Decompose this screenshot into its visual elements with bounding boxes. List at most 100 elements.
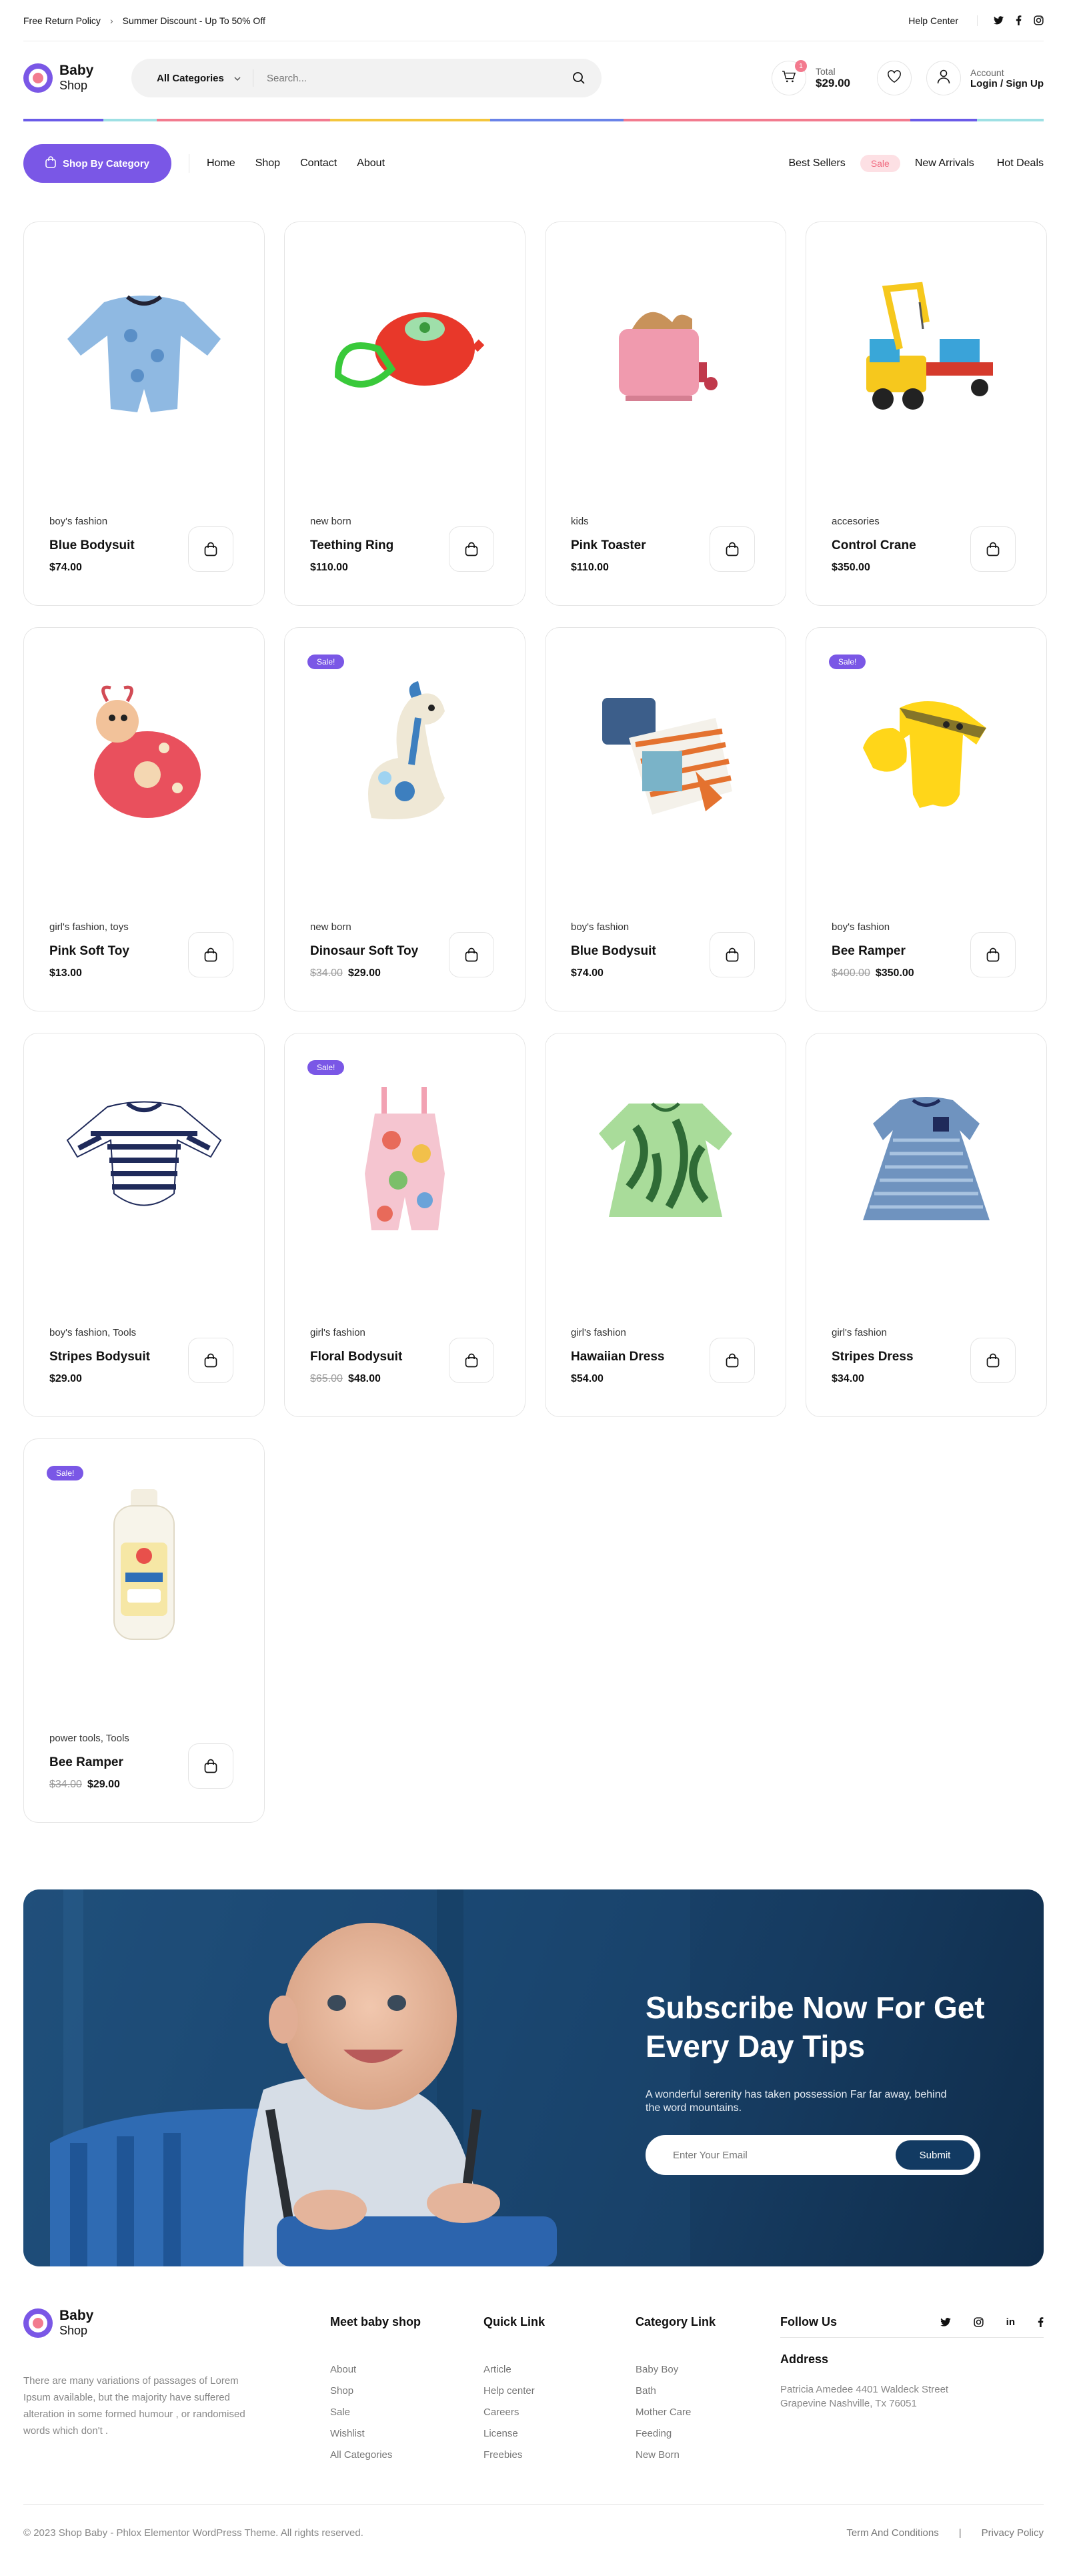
product-card[interactable]: boy's fashion Blue Bodysuit $74.00: [545, 627, 786, 1011]
product-name[interactable]: Control Crane: [832, 538, 916, 553]
nav-new-arrivals[interactable]: New Arrivals: [915, 157, 974, 169]
add-to-cart-button[interactable]: [710, 1338, 755, 1383]
add-to-cart-button[interactable]: [710, 932, 755, 977]
wishlist-button[interactable]: [877, 61, 912, 95]
account-area[interactable]: Account Login / Sign Up: [926, 61, 1044, 95]
return-policy-link[interactable]: Free Return Policy: [23, 15, 101, 26]
product-category[interactable]: boy's fashion: [49, 516, 107, 527]
footer-link[interactable]: License: [483, 2428, 545, 2439]
product-card[interactable]: Sale! new born Dinosaur Soft Toy $34.00 $29.…: [284, 627, 525, 1011]
email-input[interactable]: [673, 2149, 896, 2161]
product-category[interactable]: new born: [310, 921, 351, 933]
product-image[interactable]: [311, 269, 498, 429]
login-signup-link[interactable]: Login / Sign Up: [970, 78, 1044, 89]
chevron-down-icon[interactable]: [234, 72, 241, 84]
twitter-icon[interactable]: [940, 2318, 951, 2326]
product-card[interactable]: Sale! power tools, Tools Bee Ramper $34.00 $…: [23, 1438, 265, 1823]
search-input[interactable]: [267, 72, 572, 84]
product-image[interactable]: [51, 1080, 237, 1240]
add-to-cart-button[interactable]: [449, 932, 494, 977]
product-card[interactable]: girl's fashion Hawaiian Dress $54.00: [545, 1033, 786, 1417]
product-card[interactable]: girl's fashion Stripes Dress $34.00: [806, 1033, 1047, 1417]
instagram-icon[interactable]: [1034, 15, 1044, 25]
footer-link[interactable]: New Born: [636, 2449, 716, 2461]
twitter-icon[interactable]: [994, 16, 1004, 25]
footer-link[interactable]: Bath: [636, 2385, 716, 2397]
footer-logo[interactable]: Baby Shop: [23, 2308, 110, 2338]
product-name[interactable]: Dinosaur Soft Toy: [310, 944, 418, 959]
product-category[interactable]: accesories: [832, 516, 880, 527]
product-image[interactable]: [572, 675, 759, 835]
product-category[interactable]: girl's fashion, toys: [49, 921, 129, 933]
facebook-icon[interactable]: [1038, 2317, 1044, 2327]
footer-link[interactable]: Mother Care: [636, 2407, 716, 2418]
footer-link[interactable]: Shop: [330, 2385, 421, 2397]
product-name[interactable]: Floral Bodysuit: [310, 1350, 402, 1364]
product-name[interactable]: Bee Ramper: [832, 944, 906, 959]
cart-summary[interactable]: 1 Total $29.00: [772, 60, 850, 95]
nav-sale[interactable]: Sale: [860, 155, 900, 172]
product-card[interactable]: new born Teething Ring $110.00: [284, 222, 525, 606]
product-image[interactable]: [311, 675, 498, 835]
linkedin-icon[interactable]: in: [1006, 2316, 1015, 2328]
footer-link[interactable]: About: [330, 2364, 421, 2375]
product-name[interactable]: Bee Ramper: [49, 1755, 123, 1770]
product-category[interactable]: girl's fashion: [832, 1327, 887, 1338]
add-to-cart-button[interactable]: [188, 1338, 233, 1383]
facebook-icon[interactable]: [1016, 15, 1022, 25]
footer-link[interactable]: Article: [483, 2364, 545, 2375]
product-image[interactable]: [51, 269, 237, 429]
product-image[interactable]: [833, 675, 1020, 835]
privacy-link[interactable]: Privacy Policy: [982, 2527, 1044, 2539]
product-category[interactable]: boy's fashion: [571, 921, 629, 933]
nav-home[interactable]: Home: [207, 157, 235, 169]
footer-link[interactable]: All Categories: [330, 2449, 421, 2461]
product-name[interactable]: Blue Bodysuit: [571, 944, 656, 959]
footer-link[interactable]: Sale: [330, 2407, 421, 2418]
product-image[interactable]: [572, 269, 759, 429]
footer-link[interactable]: Freebies: [483, 2449, 545, 2461]
product-card[interactable]: boy's fashion Blue Bodysuit $74.00: [23, 222, 265, 606]
add-to-cart-button[interactable]: [970, 1338, 1016, 1383]
product-card[interactable]: kids Pink Toaster $110.00: [545, 222, 786, 606]
product-category[interactable]: boy's fashion: [832, 921, 890, 933]
nav-about[interactable]: About: [357, 157, 385, 169]
nav-contact[interactable]: Contact: [300, 157, 337, 169]
footer-link[interactable]: Careers: [483, 2407, 545, 2418]
add-to-cart-button[interactable]: [188, 932, 233, 977]
nav-hot-deals[interactable]: Hot Deals: [997, 157, 1044, 169]
product-name[interactable]: Hawaiian Dress: [571, 1350, 664, 1364]
add-to-cart-button[interactable]: [449, 1338, 494, 1383]
product-name[interactable]: Blue Bodysuit: [49, 538, 135, 553]
nav-shop[interactable]: Shop: [255, 157, 280, 169]
product-category[interactable]: boy's fashion, Tools: [49, 1327, 136, 1338]
add-to-cart-button[interactable]: [188, 1743, 233, 1789]
product-card[interactable]: accesories Control Crane $350.00: [806, 222, 1047, 606]
account-button[interactable]: [926, 61, 962, 95]
product-image[interactable]: [833, 269, 1020, 429]
product-category[interactable]: girl's fashion: [310, 1327, 365, 1338]
product-category[interactable]: girl's fashion: [571, 1327, 626, 1338]
product-image[interactable]: [572, 1080, 759, 1240]
product-name[interactable]: Teething Ring: [310, 538, 393, 553]
product-image[interactable]: [833, 1080, 1020, 1240]
footer-link[interactable]: Help center: [483, 2385, 545, 2397]
instagram-icon[interactable]: [974, 2317, 984, 2327]
product-image[interactable]: [51, 1486, 237, 1646]
product-category[interactable]: power tools, Tools: [49, 1733, 129, 1744]
add-to-cart-button[interactable]: [710, 526, 755, 572]
submit-button[interactable]: Submit: [896, 2140, 974, 2170]
product-name[interactable]: Pink Soft Toy: [49, 944, 129, 959]
product-card[interactable]: Sale! boy's fashion Bee Ramper $400.00 $350.…: [806, 627, 1047, 1011]
cart-button[interactable]: 1: [772, 60, 808, 95]
add-to-cart-button[interactable]: [188, 526, 233, 572]
add-to-cart-button[interactable]: [449, 526, 494, 572]
product-card[interactable]: boy's fashion, Tools Stripes Bodysuit $29.…: [23, 1033, 265, 1417]
category-select[interactable]: All Categories: [157, 73, 230, 84]
shop-by-category-button[interactable]: Shop By Category: [23, 144, 171, 183]
terms-link[interactable]: Term And Conditions: [846, 2527, 938, 2539]
product-card[interactable]: Sale! girl's fashion Floral Bodysuit $65.00…: [284, 1033, 525, 1417]
product-name[interactable]: Pink Toaster: [571, 538, 646, 553]
product-image[interactable]: [51, 675, 237, 835]
product-category[interactable]: new born: [310, 516, 351, 527]
